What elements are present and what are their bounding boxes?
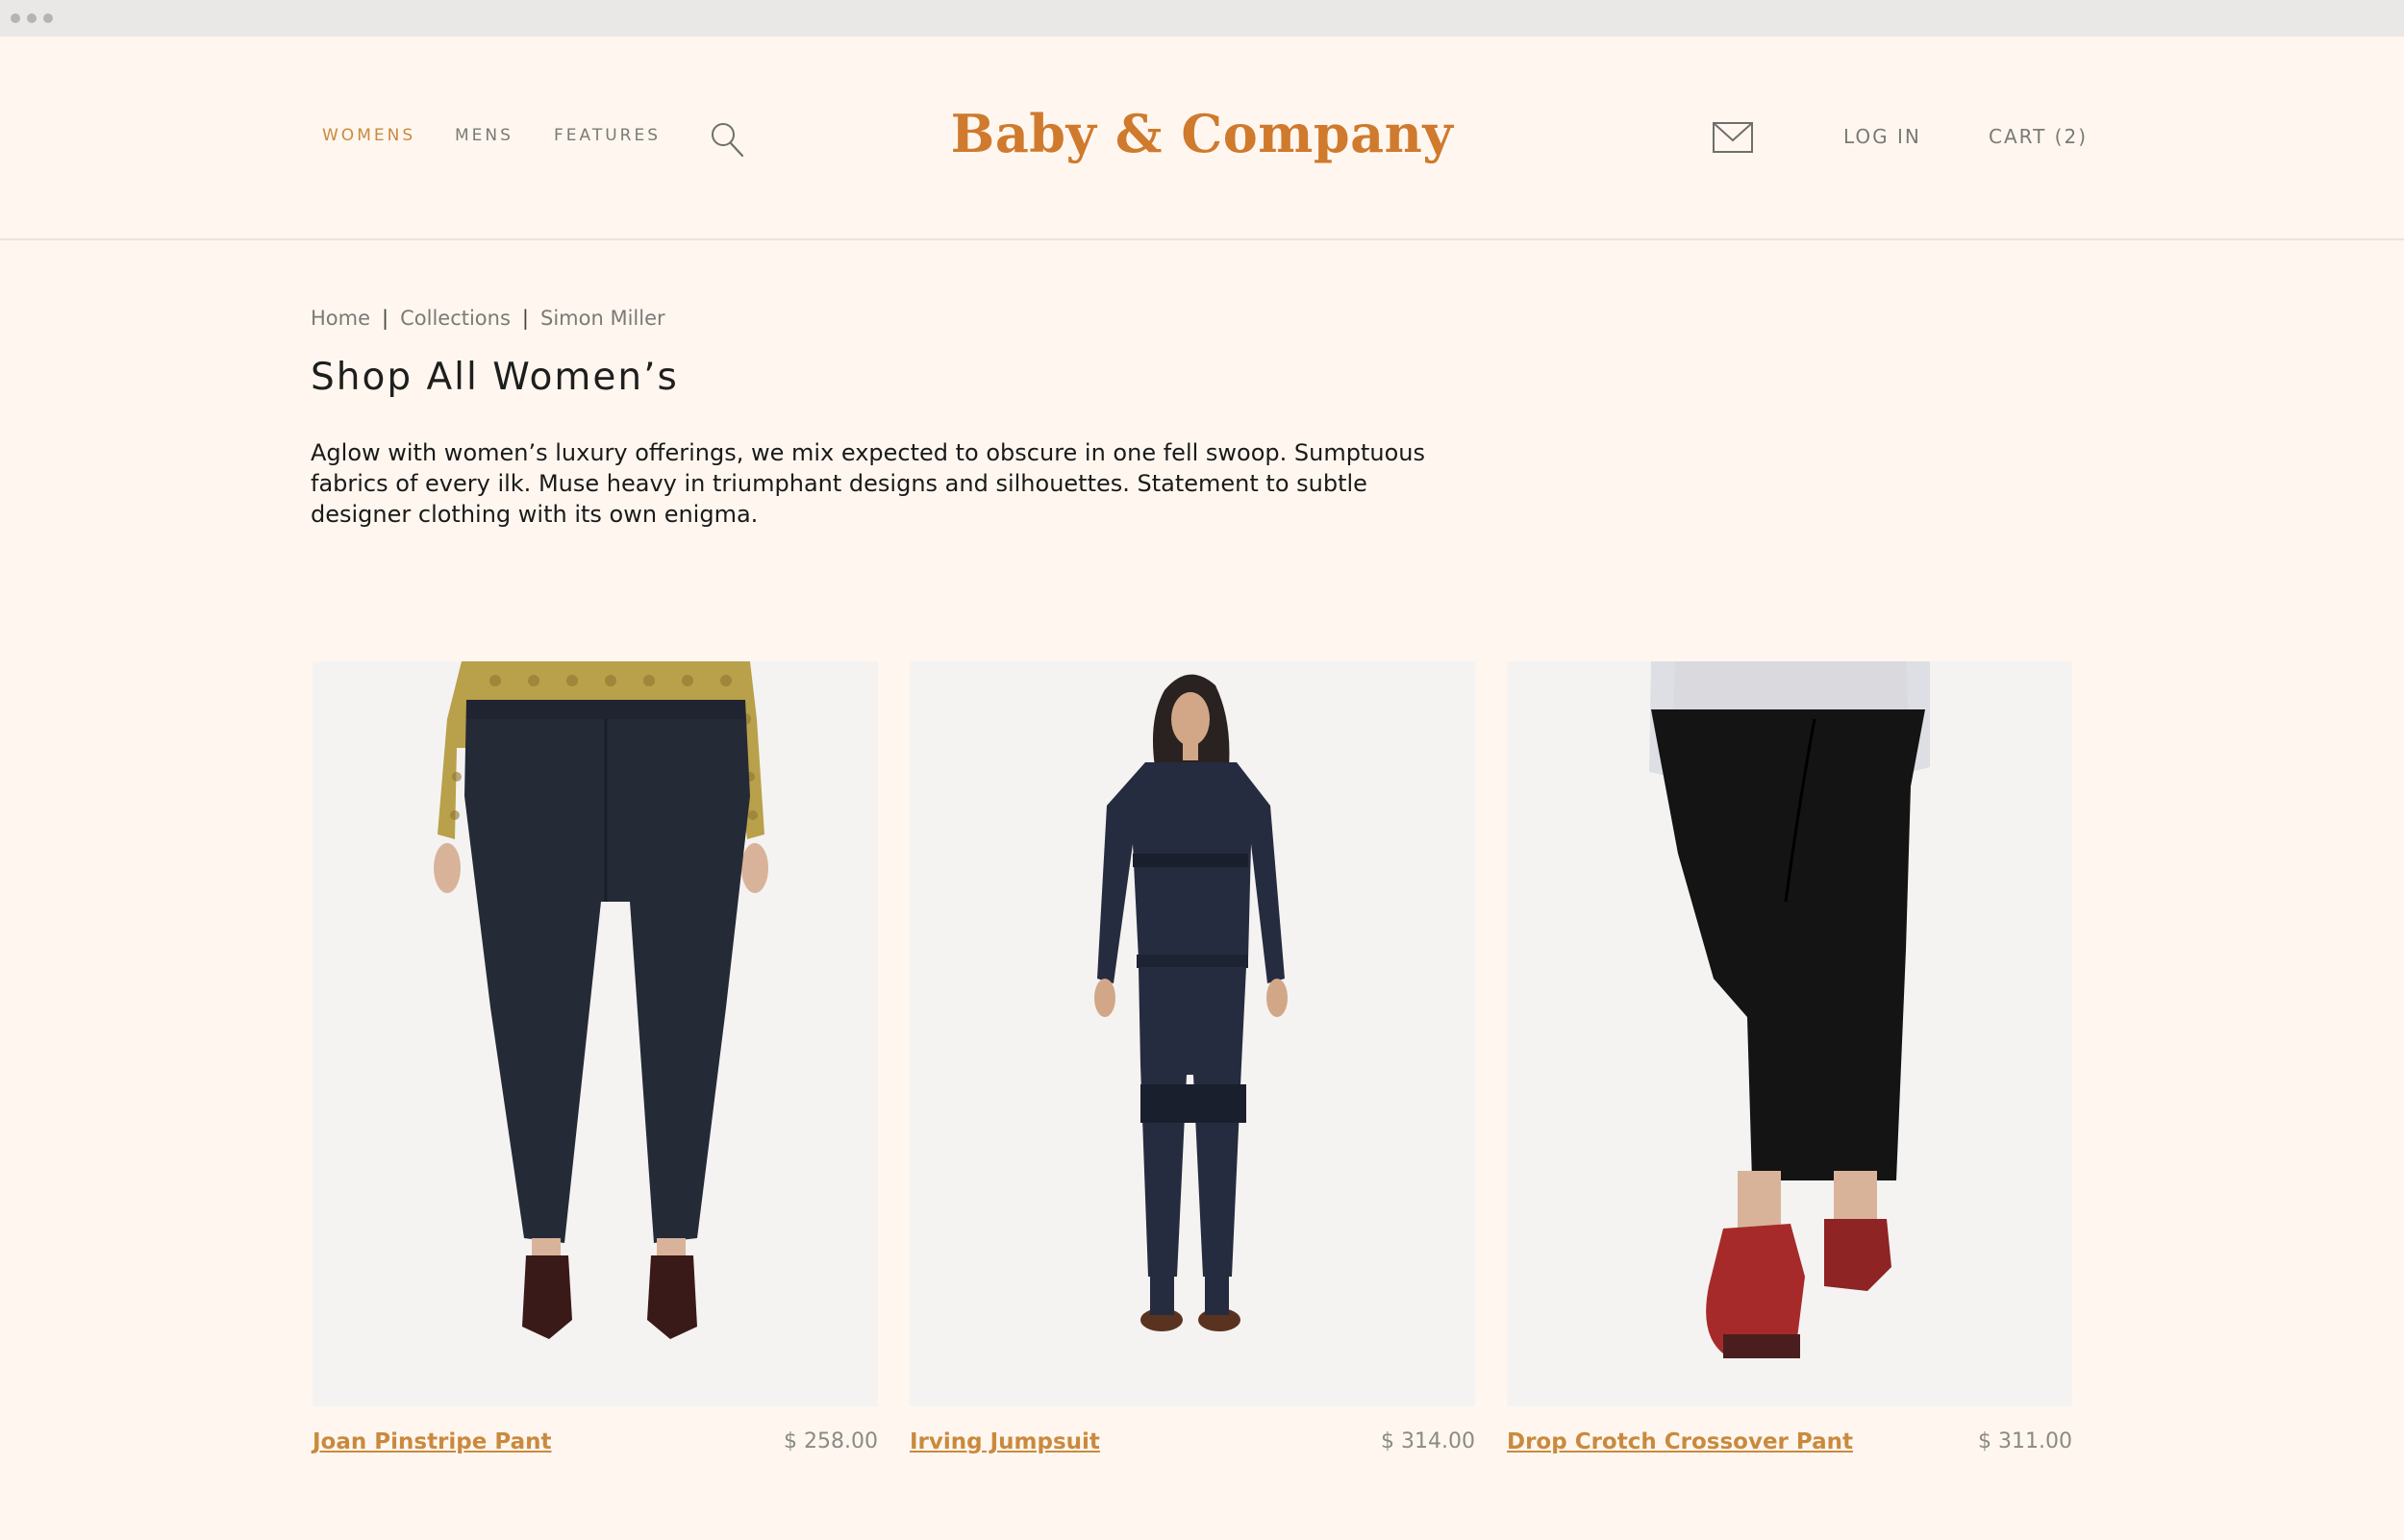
product-image[interactable] — [1507, 661, 2072, 1406]
breadcrumb-separator: | — [521, 307, 529, 330]
mail-icon[interactable] — [1713, 122, 1753, 153]
breadcrumb: Home | Collections | Simon Miller — [311, 307, 665, 330]
collection-description: Aglow with women’s luxury offerings, we … — [311, 439, 1425, 528]
breadcrumb-separator: | — [382, 307, 389, 330]
window-dot-icon[interactable] — [27, 13, 37, 23]
login-link[interactable]: LOG IN — [1843, 125, 1921, 148]
product-image[interactable] — [313, 661, 878, 1406]
breadcrumb-collections[interactable]: Collections — [400, 307, 511, 330]
breadcrumb-home[interactable]: Home — [311, 307, 370, 330]
product-price: $ 258.00 — [784, 1429, 878, 1453]
product-name-link[interactable]: Irving Jumpsuit — [910, 1429, 1100, 1454]
cart-link[interactable]: CART (2) — [1989, 125, 2088, 148]
product-card: Irving Jumpsuit $ 314.00 — [910, 661, 1475, 1468]
browser-title-bar — [0, 0, 2404, 37]
product-card: Drop Crotch Crossover Pant $ 311.00 — [1507, 661, 2072, 1468]
product-name-link[interactable]: Joan Pinstripe Pant — [313, 1429, 552, 1454]
product-price: $ 314.00 — [1381, 1429, 1475, 1453]
window-dot-icon[interactable] — [43, 13, 53, 23]
product-name-link[interactable]: Drop Crotch Crossover Pant — [1507, 1429, 1853, 1454]
window-dot-icon[interactable] — [11, 13, 20, 23]
page-title: Shop All Women’s — [311, 356, 679, 399]
product-image[interactable] — [910, 661, 1475, 1406]
product-price: $ 311.00 — [1978, 1429, 2072, 1453]
product-card: Joan Pinstripe Pant $ 258.00 — [313, 661, 878, 1468]
logo-link[interactable]: Baby & Company — [951, 103, 1454, 164]
breadcrumb-simon-miller[interactable]: Simon Miller — [540, 307, 665, 330]
